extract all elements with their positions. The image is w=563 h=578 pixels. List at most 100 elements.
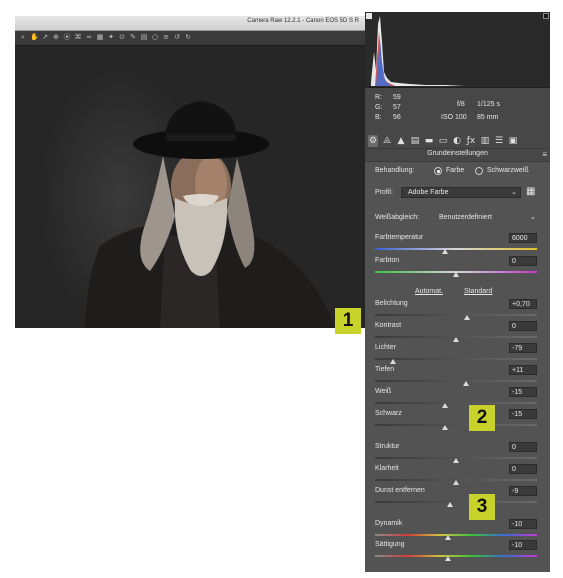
slider-track[interactable] [375, 534, 537, 536]
treatment-bw-label: Schwarzweiß [487, 167, 529, 174]
slider-value-field[interactable]: -10 [509, 519, 537, 529]
rotate-right-icon[interactable]: ↻ [184, 33, 192, 42]
shutter-speed: 1/125 s [477, 101, 500, 108]
slider-thumb[interactable] [444, 556, 451, 561]
slider-thumb[interactable] [462, 381, 469, 386]
snapshots-icon[interactable]: ▣ [508, 135, 518, 147]
profile-browser-icon[interactable]: ▦ [526, 186, 535, 197]
effects-icon[interactable]: ◐ [452, 135, 462, 147]
slider-thumb[interactable] [453, 480, 459, 485]
adjustments-panel: R: 59 G: 57 B: 56 f/8 1/125 s ISO 100 85 mm… [365, 12, 550, 572]
slider-label: Struktur [375, 443, 400, 450]
hsl-icon[interactable]: ▤ [410, 135, 420, 147]
preferences-icon[interactable]: ≡ [162, 33, 170, 42]
spot-removal-icon[interactable]: ✦ [107, 33, 115, 42]
slider-track[interactable] [375, 380, 537, 382]
white-balance-dropdown[interactable]: Benutzerdefiniert [439, 214, 492, 221]
lens-corrections-icon[interactable]: ▭ [438, 135, 448, 147]
slider-thumb[interactable] [441, 425, 448, 430]
slider-value-field[interactable]: 6000 [509, 233, 537, 243]
crop-icon[interactable]: ⌘ [74, 33, 82, 42]
step-badge-3: 3 [469, 494, 495, 520]
slider-track[interactable] [375, 314, 537, 316]
treatment-color-label: Farbe [446, 167, 465, 174]
rotate-left-icon[interactable]: ↺ [173, 33, 181, 42]
treatment-color-radio[interactable] [434, 167, 442, 175]
slider-thumb[interactable] [464, 315, 471, 320]
zoom-icon[interactable]: ⌕ [19, 33, 27, 42]
slider-label: Belichtung [375, 300, 408, 307]
graduated-filter-icon[interactable]: ▤ [140, 33, 148, 42]
window-titlebar: Camera Raw 12.2.1 - Canon EOS 5D S R [15, 16, 365, 31]
histogram [365, 12, 550, 88]
slider-track[interactable] [375, 555, 537, 557]
treatment-label: Behandlung: [375, 167, 415, 174]
slider-label: Farbton [375, 257, 400, 264]
tone-curve-icon[interactable]: ⨻ [382, 135, 392, 147]
red-eye-icon[interactable]: ⊙ [118, 33, 126, 42]
adjustment-brush-icon[interactable]: ✎ [129, 33, 137, 42]
profile-dropdown[interactable]: Adobe Farbe ⌄ [401, 187, 521, 198]
slider-value-field[interactable]: -15 [509, 387, 537, 397]
slider-value-field[interactable]: 0 [509, 442, 537, 452]
slider-value-field[interactable]: +11 [509, 365, 537, 375]
slider-value-field[interactable]: -9 [509, 486, 537, 496]
chevron-down-icon: ⌄ [511, 189, 517, 196]
split-toning-icon[interactable]: ▬ [424, 135, 434, 147]
treatment-bw-radio[interactable] [475, 167, 483, 175]
slider-track[interactable] [375, 501, 537, 503]
slider-value-field[interactable]: -79 [509, 343, 537, 353]
iso: ISO 100 [441, 114, 467, 121]
calibration-icon[interactable]: ▥ [480, 135, 490, 147]
slider-label: Klarheit [375, 465, 399, 472]
step-badge-1: 1 [335, 308, 361, 334]
slider-label: Dunst entfernen [375, 487, 425, 494]
slider-thumb[interactable] [453, 272, 459, 277]
hand-icon[interactable]: ✋ [30, 33, 39, 42]
slider-value-field[interactable]: 0 [509, 256, 537, 266]
slider-thumb[interactable] [446, 502, 453, 507]
basic-panel-icon[interactable]: ⚙ [368, 135, 378, 147]
slider-track[interactable] [375, 248, 537, 250]
slider-thumb[interactable] [441, 249, 448, 254]
slider-thumb[interactable] [441, 403, 448, 408]
radial-filter-icon[interactable]: ○ [151, 33, 159, 42]
auto-link[interactable]: Automat. [415, 288, 443, 295]
default-link[interactable]: Standard [464, 288, 492, 295]
color-sampler-icon[interactable]: ⊕ [52, 33, 60, 42]
chevron-down-icon[interactable]: ⌄ [530, 213, 536, 221]
slider-thumb[interactable] [444, 535, 451, 540]
g-readout: G: 57 [375, 104, 401, 111]
slider-track[interactable] [375, 402, 537, 404]
highlight-clipping-toggle[interactable] [543, 13, 549, 19]
slider-track[interactable] [375, 358, 537, 360]
section-title: Grundeinstellungen [427, 150, 488, 157]
profile-value: Adobe Farbe [408, 189, 449, 196]
slider-thumb[interactable] [389, 359, 396, 364]
white-balance-label: Weißabgleich: [375, 214, 420, 221]
slider-label: Tiefen [375, 366, 395, 373]
portrait-photo [85, 101, 335, 328]
target-adjust-icon[interactable]: ⦿ [63, 33, 71, 42]
photo-preview[interactable] [15, 46, 365, 328]
slider-thumb[interactable] [453, 337, 459, 342]
slider-value-field[interactable]: -15 [509, 409, 537, 419]
presets-icon[interactable]: ☰ [494, 135, 504, 147]
info-readout: R: 59 G: 57 B: 56 f/8 1/125 s ISO 100 85 mm [365, 88, 550, 135]
panel-tabs: ⚙ ⨻ ▲ ▤ ▬ ▭ ◐ ƒx ▥ ☰ ▣ [365, 134, 550, 148]
slider-value-field[interactable]: +0,70 [509, 299, 537, 309]
panel-menu-icon[interactable]: ≡ [542, 150, 547, 159]
slider-value-field[interactable]: 0 [509, 321, 537, 331]
fx-icon[interactable]: ƒx [466, 135, 476, 147]
transform-icon[interactable]: ▦ [96, 33, 104, 42]
detail-icon[interactable]: ▲ [396, 135, 406, 147]
step-badge-2: 2 [469, 405, 495, 431]
white-balance-icon[interactable]: ↗ [41, 33, 49, 42]
slider-value-field[interactable]: 0 [509, 464, 537, 474]
slider-value-field[interactable]: -10 [509, 540, 537, 550]
slider-thumb[interactable] [453, 458, 459, 463]
r-readout: R: 59 [375, 94, 401, 101]
slider-track[interactable] [375, 424, 537, 426]
straighten-icon[interactable]: ═ [85, 33, 93, 42]
shadow-clipping-toggle[interactable] [366, 13, 372, 19]
